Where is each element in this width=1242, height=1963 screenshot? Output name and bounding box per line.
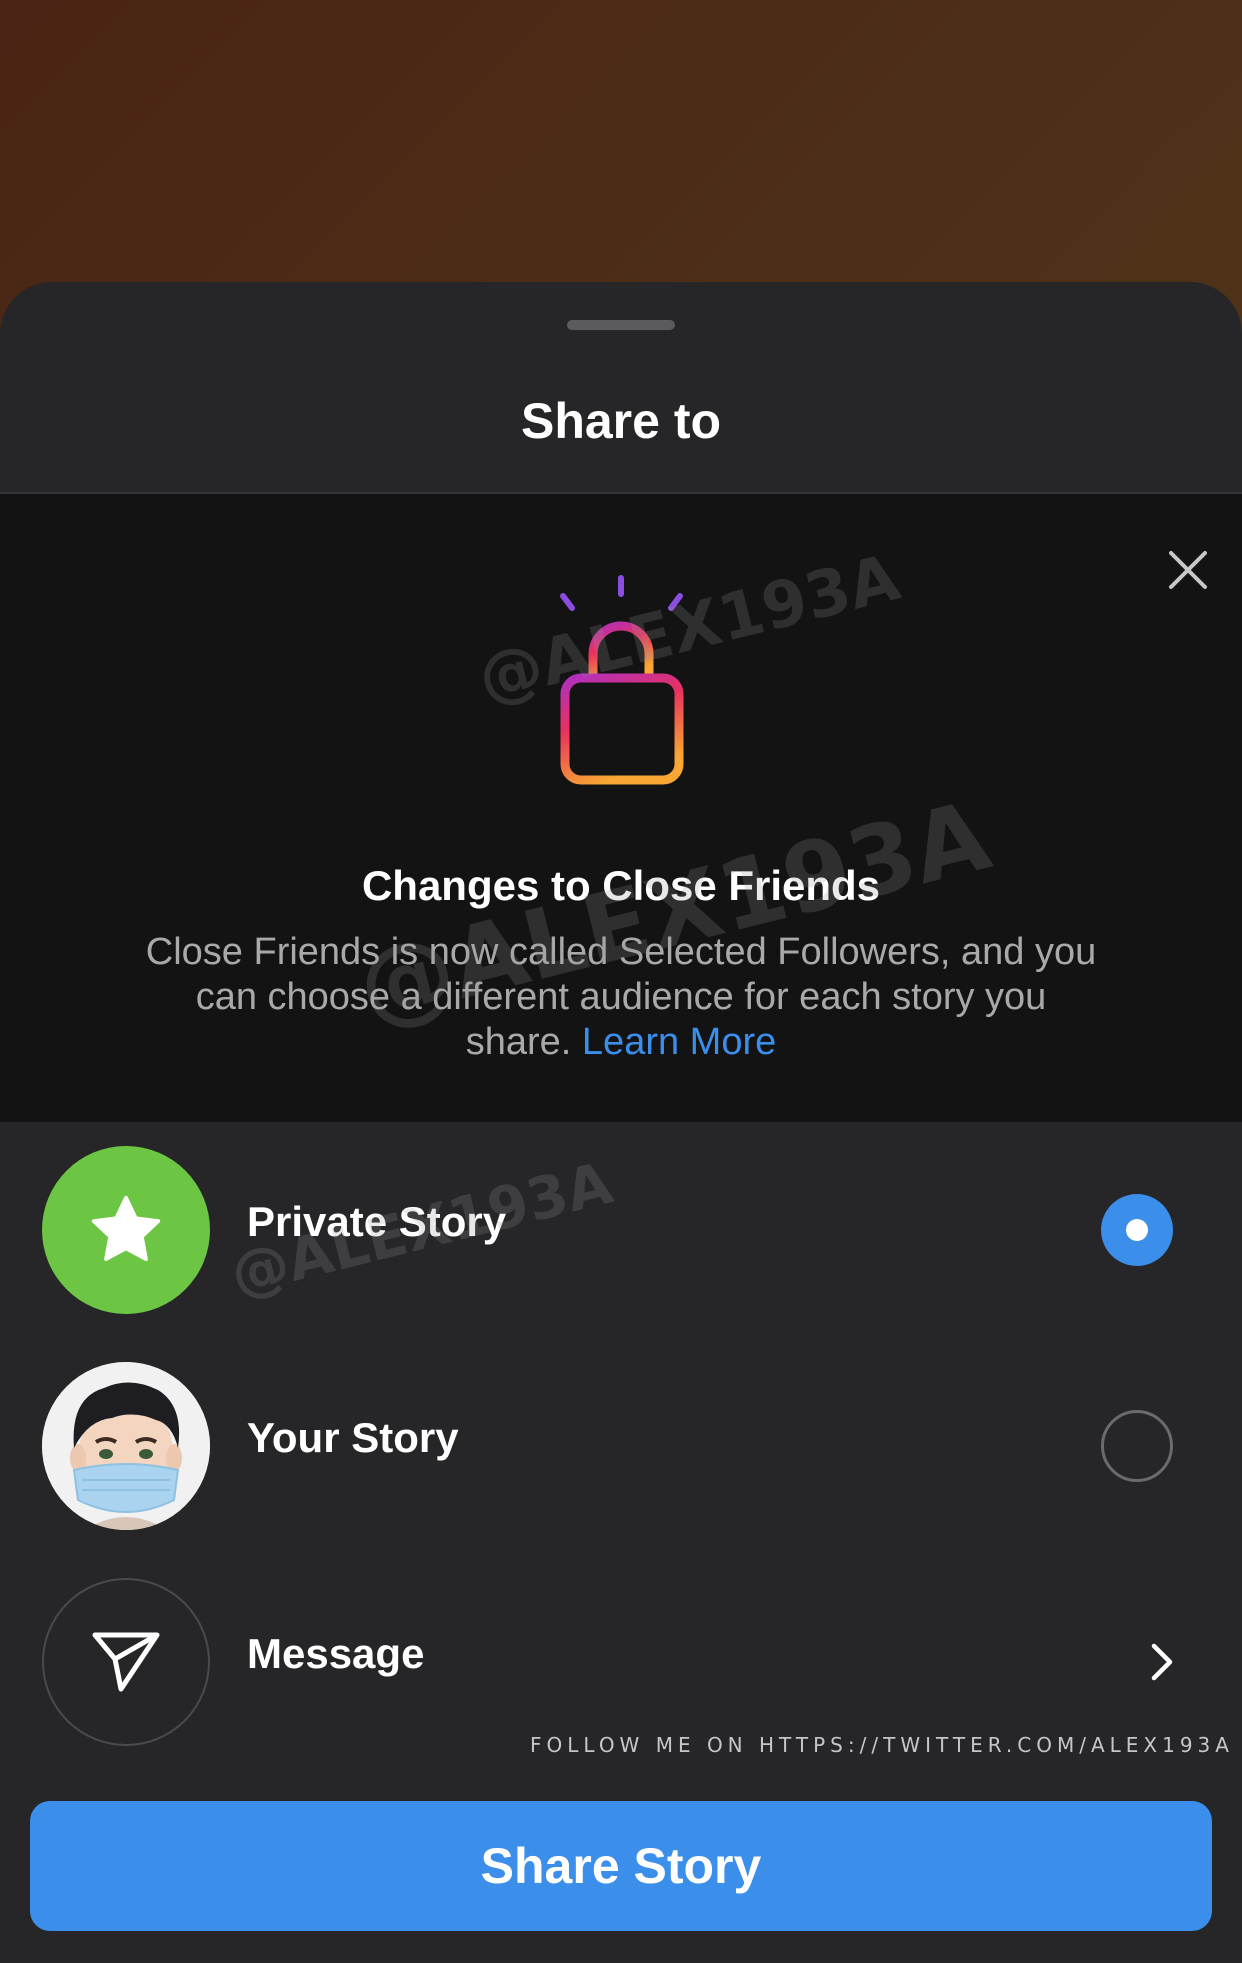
option-label: Message xyxy=(247,1630,425,1677)
notice-title: Changes to Close Friends xyxy=(361,862,881,909)
chevron-right-icon[interactable] xyxy=(1146,1640,1178,1684)
option-your-story[interactable]: Your Story xyxy=(0,1338,1242,1554)
message-avatar xyxy=(42,1578,210,1746)
close-icon xyxy=(1169,551,1207,589)
option-private-story[interactable]: Private Story @ALEX193A xyxy=(0,1122,1242,1338)
learn-more-link[interactable]: Learn More xyxy=(582,1021,776,1063)
share-sheet: Share to Changes to Close Friends Close … xyxy=(0,282,1242,1963)
follow-watermark: FOLLOW ME ON HTTPS://TWITTER.COM/ALEX193… xyxy=(530,1733,1234,1757)
your-story-radio[interactable] xyxy=(1101,1410,1173,1482)
option-label: Your Story xyxy=(247,1414,459,1461)
notice-body: Close Friends is now called Selected Fol… xyxy=(140,930,1102,1065)
sheet-grabber[interactable] xyxy=(567,320,675,330)
close-friends-notice: Changes to Close Friends Close Friends i… xyxy=(0,494,1242,1122)
radio-dot xyxy=(1126,1219,1148,1241)
user-avatar xyxy=(42,1362,210,1530)
sheet-title: Share to xyxy=(520,393,722,449)
private-story-avatar xyxy=(42,1146,210,1314)
user-avatar-image xyxy=(42,1362,210,1530)
lock-icon xyxy=(560,575,684,785)
star-icon xyxy=(91,1195,161,1262)
option-label: Private Story xyxy=(247,1198,507,1245)
share-story-button[interactable]: Share Story xyxy=(30,1801,1212,1931)
private-story-radio[interactable] xyxy=(1101,1194,1173,1266)
close-button[interactable] xyxy=(1160,542,1216,598)
send-icon xyxy=(92,1632,160,1692)
